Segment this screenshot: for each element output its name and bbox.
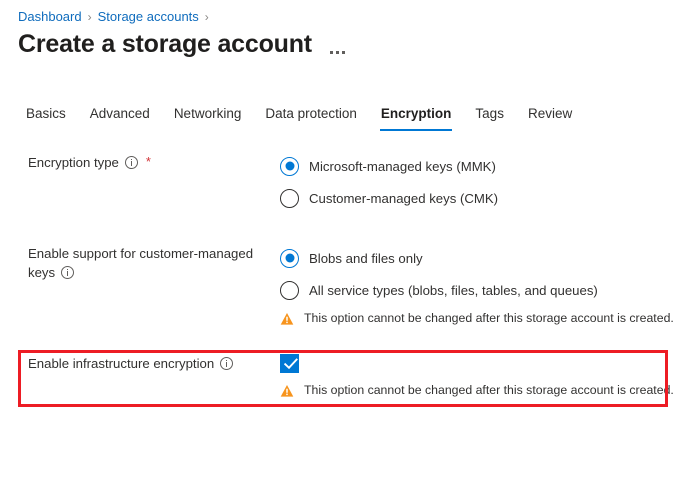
warning-text-cmk-support: This option cannot be changed after this… bbox=[304, 310, 674, 327]
ellipsis-dot bbox=[330, 51, 333, 54]
checkbox-infrastructure-encryption[interactable] bbox=[280, 350, 685, 376]
warning-triangle-icon bbox=[280, 312, 294, 326]
more-actions-ellipsis-icon[interactable] bbox=[330, 28, 345, 60]
encryption-form: Encryption type * Microsoft-managed keys … bbox=[0, 150, 685, 406]
tab-data-protection[interactable]: Data protection bbox=[253, 104, 369, 124]
page-header: Create a storage account bbox=[18, 28, 345, 60]
tab-networking[interactable]: Networking bbox=[162, 104, 254, 124]
radio-group-cmk-support: Blobs and files only All service types (… bbox=[280, 242, 685, 327]
breadcrumb-item-dashboard[interactable]: Dashboard bbox=[18, 9, 82, 25]
radio-label-all-service-types: All service types (blobs, files, tables,… bbox=[309, 281, 598, 300]
control-infrastructure-encryption: This option cannot be changed after this… bbox=[280, 350, 685, 399]
form-row-encryption-type: Encryption type * Microsoft-managed keys … bbox=[0, 150, 685, 224]
ellipsis-dot bbox=[342, 51, 345, 54]
form-row-cmk-support: Enable support for customer-managed keys… bbox=[0, 242, 685, 346]
required-indicator: * bbox=[146, 154, 151, 169]
label-encryption-type-text: Encryption type bbox=[28, 155, 119, 170]
radio-group-encryption-type: Microsoft-managed keys (MMK) Customer-ma… bbox=[280, 150, 685, 214]
breadcrumb-separator-icon: › bbox=[88, 9, 92, 25]
checkmark-icon bbox=[284, 358, 298, 370]
radio-option-all-service-types[interactable]: All service types (blobs, files, tables,… bbox=[280, 274, 685, 306]
breadcrumb: Dashboard › Storage accounts › bbox=[18, 9, 215, 25]
label-encryption-type: Encryption type * bbox=[28, 150, 280, 172]
radio-label-microsoft-managed-keys: Microsoft-managed keys (MMK) bbox=[309, 157, 496, 176]
warning-text-infrastructure-encryption: This option cannot be changed after this… bbox=[304, 382, 674, 399]
checkbox-icon-checked[interactable] bbox=[280, 354, 299, 373]
tab-bar: Basics Advanced Networking Data protecti… bbox=[14, 104, 584, 134]
label-cmk-support: Enable support for customer-managed keys bbox=[28, 242, 280, 282]
breadcrumb-separator-icon: › bbox=[205, 9, 209, 25]
radio-icon-unselected[interactable] bbox=[280, 189, 299, 208]
label-infrastructure-encryption-text: Enable infrastructure encryption bbox=[28, 356, 214, 371]
tab-tags[interactable]: Tags bbox=[463, 104, 516, 124]
label-infrastructure-encryption: Enable infrastructure encryption bbox=[28, 350, 280, 373]
radio-option-customer-managed-keys[interactable]: Customer-managed keys (CMK) bbox=[280, 182, 685, 214]
radio-option-blobs-and-files-only[interactable]: Blobs and files only bbox=[280, 242, 685, 274]
radio-option-microsoft-managed-keys[interactable]: Microsoft-managed keys (MMK) bbox=[280, 150, 685, 182]
tab-encryption[interactable]: Encryption bbox=[369, 104, 464, 124]
info-icon[interactable] bbox=[125, 156, 138, 169]
radio-label-customer-managed-keys: Customer-managed keys (CMK) bbox=[309, 189, 498, 208]
warning-note-infrastructure-encryption: This option cannot be changed after this… bbox=[280, 382, 685, 399]
radio-icon-unselected[interactable] bbox=[280, 281, 299, 300]
ellipsis-dot bbox=[336, 51, 339, 54]
tab-basics[interactable]: Basics bbox=[14, 104, 78, 124]
warning-triangle-icon bbox=[280, 384, 294, 398]
radio-label-blobs-and-files-only: Blobs and files only bbox=[309, 249, 423, 268]
warning-note-cmk-support: This option cannot be changed after this… bbox=[280, 310, 685, 327]
page-title: Create a storage account bbox=[18, 30, 312, 59]
tab-review[interactable]: Review bbox=[516, 104, 584, 124]
breadcrumb-item-storage-accounts[interactable]: Storage accounts bbox=[98, 9, 199, 25]
info-icon[interactable] bbox=[220, 357, 233, 370]
radio-icon-selected[interactable] bbox=[280, 157, 299, 176]
form-row-infrastructure-encryption: Enable infrastructure encryption This op… bbox=[0, 350, 685, 406]
radio-icon-selected[interactable] bbox=[280, 249, 299, 268]
tab-advanced[interactable]: Advanced bbox=[78, 104, 162, 124]
info-icon[interactable] bbox=[61, 266, 74, 279]
